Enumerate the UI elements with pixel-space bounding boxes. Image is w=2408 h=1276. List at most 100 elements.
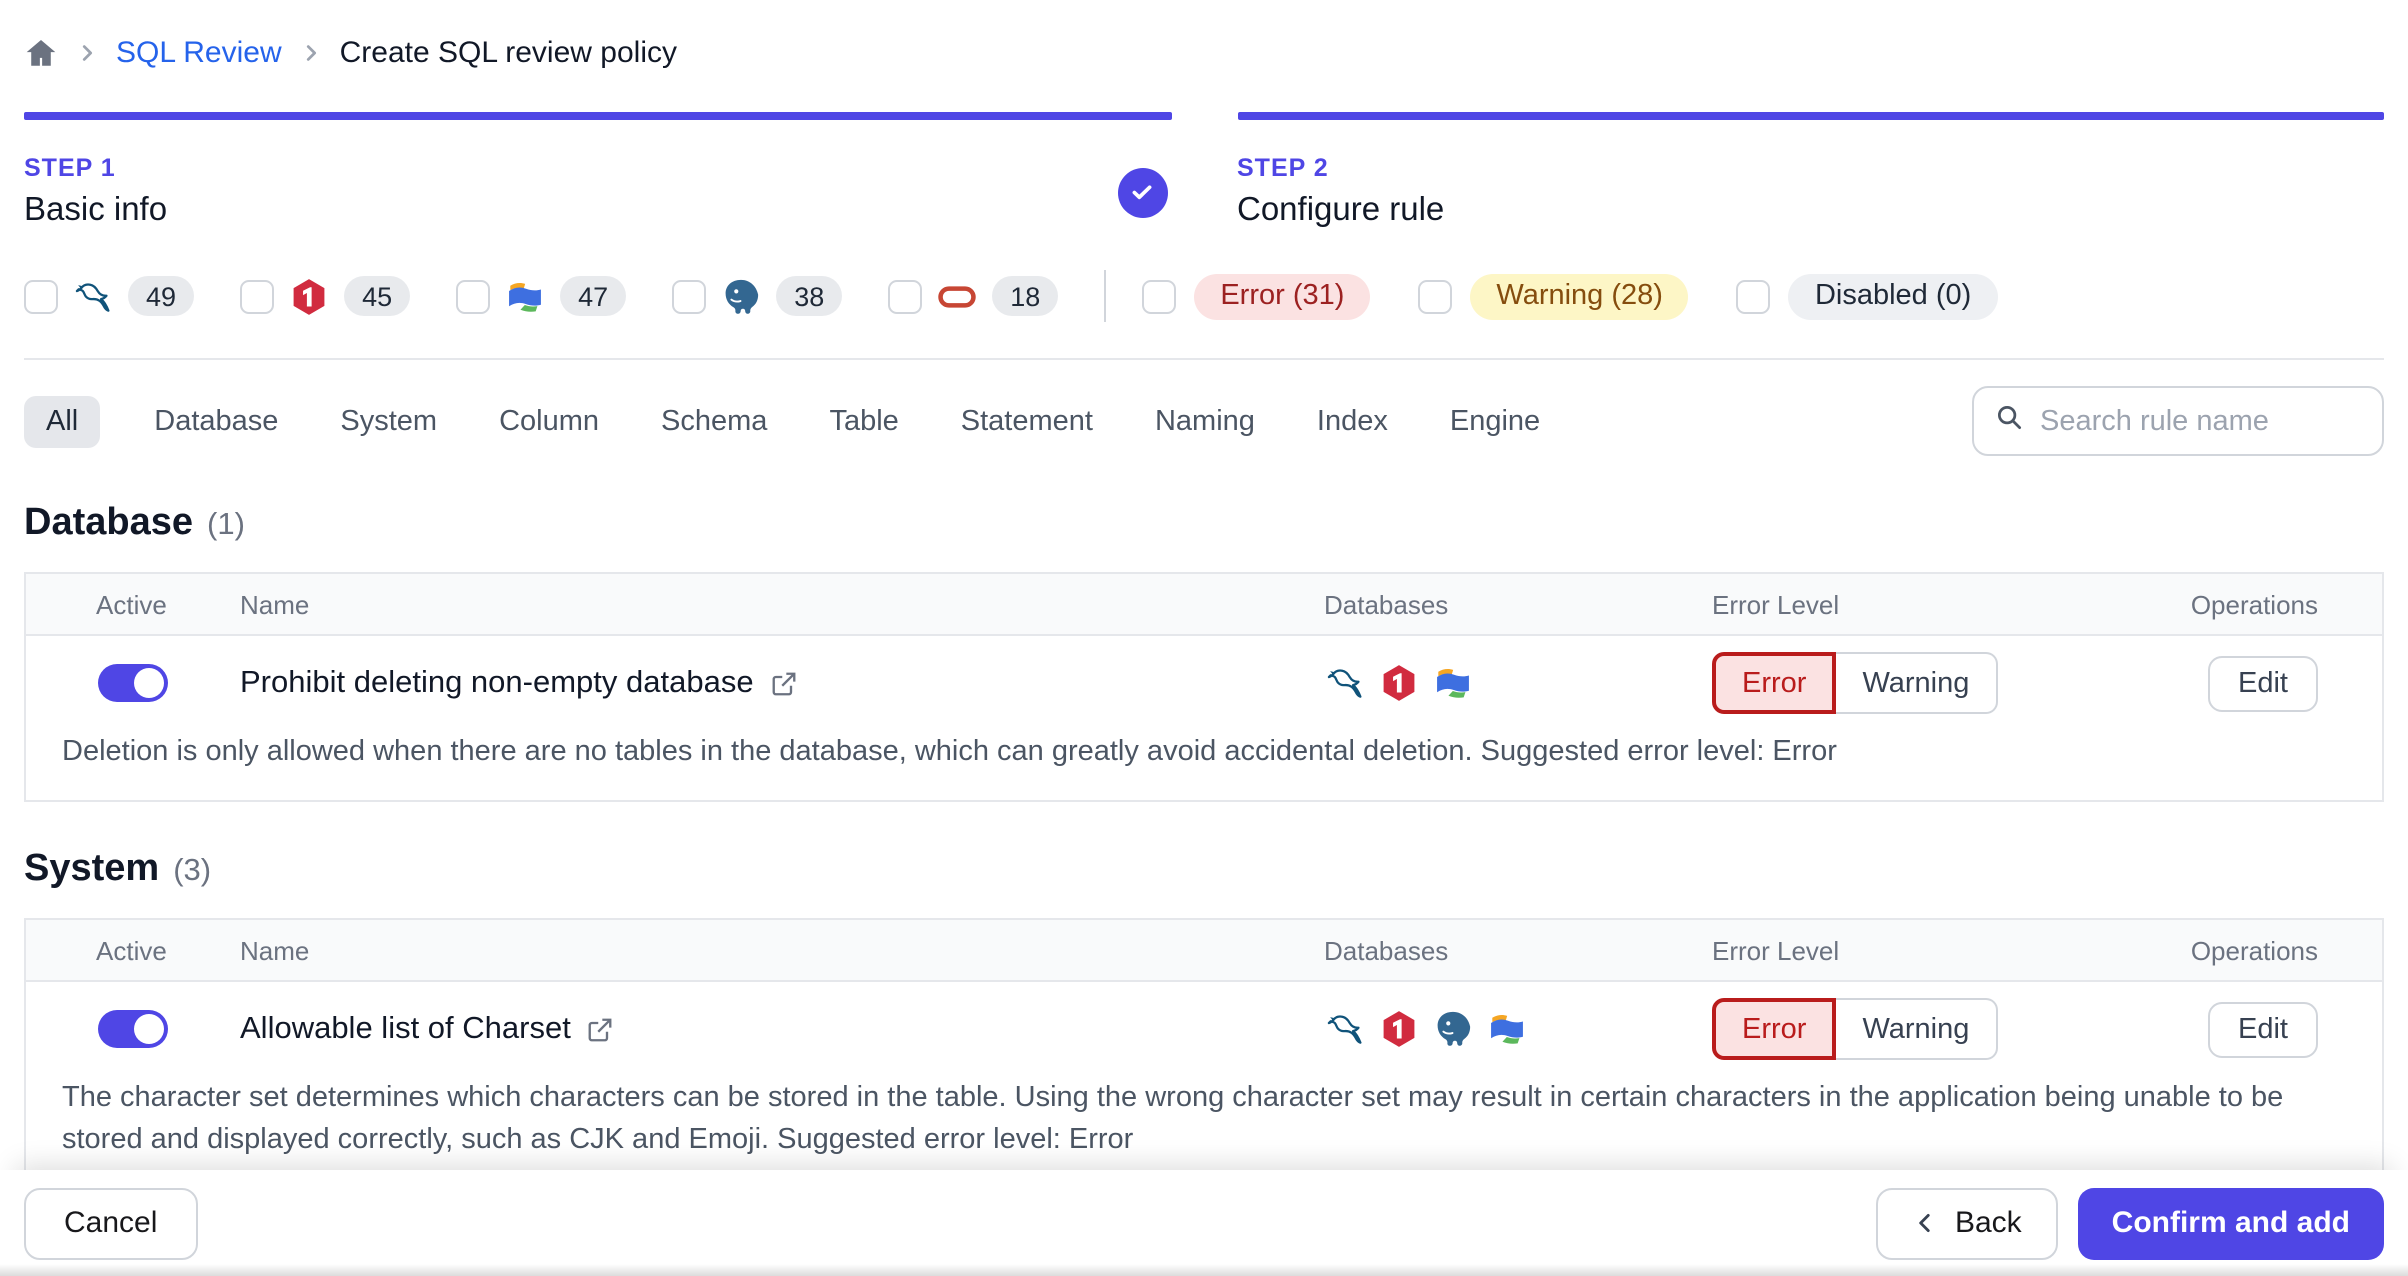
postgres-filter-checkbox[interactable] [672,279,707,313]
error-level-error-button[interactable]: Error [1712,998,1837,1061]
oceanbase-icon [504,275,546,317]
step-2-progress-bar [1237,112,2384,120]
step-2-label: STEP 2 [1237,154,1329,182]
error-filter-checkbox[interactable] [1142,279,1177,313]
table-header-row: Active Name Databases Error Level Operat… [26,920,2382,983]
search-rule-input[interactable] [2040,405,2362,437]
edit-button[interactable]: Edit [2208,655,2318,711]
section-title: Database [24,502,193,544]
tab-schema[interactable]: Schema [661,395,767,447]
footer-action-bar: Cancel Back Confirm and add [0,1170,2408,1276]
external-link-icon[interactable] [770,669,798,697]
engine-filter-oceanbase: 47 [456,275,627,317]
table-header-row: Active Name Databases Error Level Operat… [26,574,2382,636]
breadcrumb-sql-review-link[interactable]: SQL Review [116,36,282,70]
rule-name: Allowable list of Charset [240,1011,571,1046]
chevron-right-icon [300,42,322,64]
back-button[interactable]: Back [1876,1187,2058,1259]
section-count: (3) [173,854,212,889]
section-title: System [24,848,160,891]
column-header-name: Name [240,935,310,966]
mysql-filter-checkbox[interactable] [24,279,58,313]
warning-filter-checkbox[interactable] [1418,279,1453,313]
column-header-active: Active [96,589,167,619]
column-header-name: Name [240,589,310,619]
tidb-filter-checkbox[interactable] [240,279,275,313]
step-1: STEP 1 Basic info [24,112,1171,230]
step-1-title: Basic info [24,192,168,228]
chevron-left-icon [1920,1214,1931,1232]
column-header-operations: Operations [2190,935,2318,966]
column-header-error-level: Error Level [1712,935,1840,966]
oceanbase-filter-checkbox[interactable] [456,279,491,313]
step-1-progress-bar [24,112,1171,120]
filter-row: 49 45 47 38 18 Error (31) Warning (28) D… [24,268,2384,324]
chevron-right-icon [76,42,98,64]
edit-button[interactable]: Edit [2208,1001,2318,1058]
section-count: (1) [207,508,245,542]
rule-database-icons [1324,1008,1712,1050]
tab-system[interactable]: System [340,395,437,447]
postgres-icon [720,275,762,317]
database-rule-table: Active Name Databases Error Level Operat… [24,572,2384,803]
tab-engine[interactable]: Engine [1450,395,1540,447]
tab-statement[interactable]: Statement [961,395,1093,447]
postgres-rule-count-badge: 38 [776,276,843,316]
column-header-databases: Databases [1324,589,1449,619]
home-icon[interactable] [24,36,58,70]
tidb-icon [288,275,330,317]
stepper: STEP 1 Basic info STEP 2 Configure rule [24,112,2384,230]
breadcrumb: SQL Review Create SQL review policy [24,0,2384,76]
oceanbase-rule-count-badge: 47 [560,276,627,316]
sql-review-policy-page: SQL Review Create SQL review policy STEP… [0,0,2408,1276]
step-1-label: STEP 1 [24,154,116,182]
tab-column[interactable]: Column [499,395,599,447]
tab-naming[interactable]: Naming [1155,395,1255,447]
mysql-rule-count-badge: 49 [128,276,195,316]
step-2: STEP 2 Configure rule [1237,112,2384,230]
table-row: Prohibit deleting non-empty database Err… [26,636,2382,730]
engine-filter-tidb: 45 [240,275,411,317]
tidb-icon [1378,662,1420,704]
cancel-button[interactable]: Cancel [24,1187,198,1259]
tidb-icon [1378,1008,1420,1050]
error-level-error-button[interactable]: Error [1712,652,1837,714]
oceanbase-icon [1486,1008,1528,1050]
oracle-icon [936,275,978,317]
error-level-warning-button[interactable]: Warning [1836,652,1998,714]
tab-table[interactable]: Table [829,395,898,447]
tab-index[interactable]: Index [1317,395,1388,447]
mysql-icon [72,275,114,317]
external-link-icon[interactable] [587,1015,615,1043]
rule-database-icons [1324,662,1712,704]
error-level-segmented-control: Error Warning [1712,998,2164,1061]
rule-active-toggle[interactable] [98,1010,168,1049]
oracle-filter-checkbox[interactable] [888,279,923,313]
error-level-warning-button[interactable]: Warning [1836,998,1998,1061]
level-filter-error: Error (31) [1142,273,1371,319]
engine-filter-postgres: 38 [672,275,843,317]
tab-all[interactable]: All [24,395,101,447]
postgres-icon [1432,1008,1474,1050]
tab-database[interactable]: Database [154,395,278,447]
error-count-pill[interactable]: Error (31) [1194,273,1371,319]
mysql-icon [1324,1008,1366,1050]
column-header-databases: Databases [1324,935,1449,966]
breadcrumb-current-page: Create SQL review policy [339,36,677,70]
confirm-and-add-button[interactable]: Confirm and add [2077,1187,2384,1259]
step-2-title: Configure rule [1237,192,1445,228]
level-filter-warning: Warning (28) [1418,273,1689,319]
disabled-count-pill[interactable]: Disabled (0) [1788,273,1998,319]
section-heading-database: Database (1) [24,502,2384,546]
disabled-filter-checkbox[interactable] [1736,279,1771,313]
oracle-rule-count-badge: 18 [992,276,1059,316]
rule-active-toggle[interactable] [98,664,168,702]
filter-separator [24,358,2384,360]
level-filter-disabled: Disabled (0) [1736,273,1998,319]
system-rule-table: Active Name Databases Error Level Operat… [24,918,2384,1191]
rule-name: Prohibit deleting non-empty database [240,665,754,699]
rule-description: Deletion is only allowed when there are … [62,736,1837,768]
section-heading-system: System (3) [24,848,2384,892]
column-header-operations: Operations [2190,589,2318,619]
warning-count-pill[interactable]: Warning (28) [1470,273,1689,319]
